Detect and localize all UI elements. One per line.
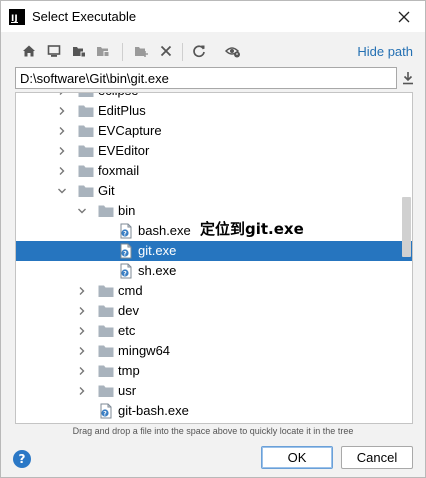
tree-row[interactable]: usr — [16, 381, 412, 401]
executable-file-icon: ? — [98, 403, 114, 419]
tree-row-label: foxmail — [98, 163, 140, 178]
executable-file-icon: ? — [118, 243, 134, 259]
file-tree[interactable]: eclipse EditPlus EVCapture EVEditor foxmail G… — [15, 92, 413, 424]
folder-icon — [98, 384, 114, 398]
new-folder-icon[interactable] — [131, 41, 151, 61]
close-icon[interactable] — [393, 6, 415, 28]
toolbar-separator — [122, 43, 123, 61]
tree-row-label: etc — [118, 323, 136, 338]
folder-icon — [78, 184, 94, 198]
tree-row-label: eclipse — [98, 93, 138, 98]
chevron-right-icon[interactable] — [56, 145, 68, 157]
chevron-right-icon[interactable] — [56, 165, 68, 177]
chevron-right-icon[interactable] — [76, 325, 88, 337]
intellij-icon: IJ — [9, 9, 25, 25]
tree-row-label: usr — [118, 383, 137, 398]
tree-row[interactable]: ? git.exe — [16, 241, 412, 261]
tree-row[interactable]: EditPlus — [16, 101, 412, 121]
tree-row[interactable]: mingw64 — [16, 341, 412, 361]
tree-row-label: EditPlus — [98, 103, 146, 118]
tree-row-label: dev — [118, 303, 139, 318]
dialog-title: Select Executable — [32, 9, 137, 24]
title-bar: IJ Select Executable — [1, 1, 425, 32]
cancel-button[interactable]: Cancel — [341, 446, 413, 469]
chevron-down-icon[interactable] — [56, 185, 68, 197]
folder-icon — [98, 324, 114, 338]
tree-row[interactable]: ? sh.exe — [16, 261, 412, 281]
folder-icon — [98, 344, 114, 358]
download-icon[interactable] — [399, 69, 417, 87]
tree-row[interactable]: ? bash.exe — [16, 221, 412, 241]
executable-file-icon: ? — [118, 223, 134, 239]
tree-row[interactable]: EVEditor — [16, 141, 412, 161]
refresh-icon[interactable] — [189, 41, 209, 61]
select-executable-dialog: IJ Select Executable Hide path D:\softwa… — [0, 0, 426, 478]
tree-row[interactable]: ? git-bash.exe — [16, 401, 412, 421]
svg-text:?: ? — [123, 230, 127, 237]
show-hidden-icon[interactable] — [223, 41, 243, 61]
tree-row[interactable]: EVCapture — [16, 121, 412, 141]
folder-icon — [78, 164, 94, 178]
folder-icon — [78, 93, 94, 98]
tree-row[interactable]: foxmail — [16, 161, 412, 181]
folder-icon — [98, 364, 114, 378]
tree-row-label: tmp — [118, 363, 140, 378]
tree-row-label: Git — [98, 183, 115, 198]
chevron-down-icon[interactable] — [76, 205, 88, 217]
tree-row[interactable]: etc — [16, 321, 412, 341]
folder-icon — [78, 104, 94, 118]
tree-row-label: mingw64 — [118, 343, 171, 358]
tree-row-label: bin — [118, 203, 136, 218]
drag-drop-hint: Drag and drop a file into the space abov… — [72, 426, 354, 436]
chevron-right-icon[interactable] — [76, 345, 88, 357]
delete-icon[interactable] — [156, 41, 176, 61]
svg-text:?: ? — [123, 250, 127, 257]
tree-row[interactable]: Git — [16, 181, 412, 201]
folder-icon — [98, 204, 114, 218]
chevron-right-icon[interactable] — [56, 93, 68, 97]
chevron-right-icon[interactable] — [56, 125, 68, 137]
folder-icon — [78, 124, 94, 138]
module-folder-icon[interactable] — [93, 41, 113, 61]
executable-file-icon: ? — [118, 263, 134, 279]
tree-row-label: sh.exe — [138, 263, 177, 278]
tree-row-label: cmd — [118, 283, 143, 298]
chevron-right-icon[interactable] — [56, 105, 68, 117]
chevron-right-icon[interactable] — [76, 285, 88, 297]
tree-row-label: git-bash.exe — [118, 403, 189, 418]
svg-text:?: ? — [103, 410, 107, 417]
folder-icon — [98, 304, 114, 318]
path-input[interactable] — [15, 67, 397, 89]
tree-row[interactable]: tmp — [16, 361, 412, 381]
tree-row[interactable]: bin — [16, 201, 412, 221]
folder-icon — [98, 284, 114, 298]
tree-row-label: EVEditor — [98, 143, 150, 158]
tree-row-label: git.exe — [138, 243, 177, 258]
hide-path-link[interactable]: Hide path — [357, 44, 413, 59]
project-folder-icon[interactable] — [69, 41, 89, 61]
chevron-right-icon[interactable] — [76, 385, 88, 397]
chevron-right-icon[interactable] — [76, 365, 88, 377]
tree-row[interactable]: dev — [16, 301, 412, 321]
toolbar: Hide path — [1, 39, 425, 65]
help-button[interactable]: ? — [13, 450, 31, 468]
scrollbar-thumb[interactable] — [402, 197, 411, 257]
svg-text:?: ? — [123, 270, 127, 277]
tree-row-label: bash.exe — [138, 223, 191, 238]
desktop-icon[interactable] — [44, 41, 64, 61]
ok-button[interactable]: OK — [261, 446, 333, 469]
folder-icon — [78, 144, 94, 158]
home-icon[interactable] — [19, 41, 39, 61]
tree-row[interactable]: cmd — [16, 281, 412, 301]
tree-row-label: EVCapture — [98, 123, 162, 138]
chevron-right-icon[interactable] — [76, 305, 88, 317]
toolbar-separator — [182, 43, 183, 61]
tree-row[interactable]: eclipse — [16, 93, 412, 101]
